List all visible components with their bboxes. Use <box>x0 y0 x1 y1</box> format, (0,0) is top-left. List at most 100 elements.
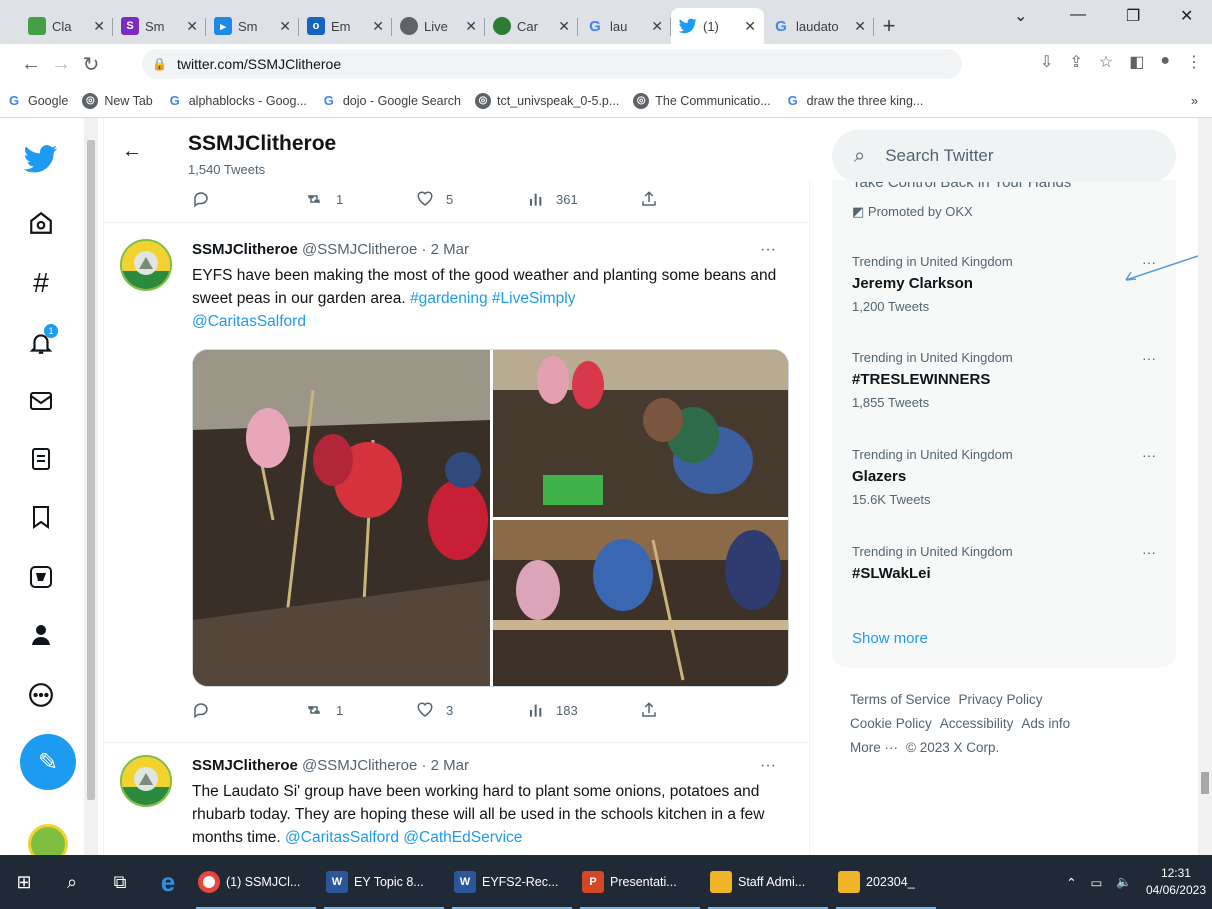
more-options-icon[interactable]: ··· <box>760 757 776 775</box>
ads-info-link[interactable]: Ads info <box>1021 716 1070 731</box>
views-button[interactable]: 361 <box>528 190 640 208</box>
like-button[interactable]: 3 <box>416 701 528 719</box>
restore-button[interactable]: ❐ <box>1126 6 1140 26</box>
bookmark-item[interactable]: Gdraw the three king... <box>785 93 924 109</box>
tweet-author-name[interactable]: SSMJClitheroe <box>192 241 298 258</box>
back-button[interactable]: ← <box>16 53 46 76</box>
chevron-up-icon[interactable]: ⌃ <box>1066 875 1076 890</box>
url-bar[interactable]: 🔒 twitter.com/SSMJClitheroe <box>142 49 962 79</box>
retweet-button[interactable]: 1 <box>304 701 416 719</box>
more-options-icon[interactable]: ··· <box>760 241 776 259</box>
tweet-handle-time[interactable]: @SSMJClitheroe · 2 Mar <box>302 241 469 258</box>
more-circle-icon[interactable] <box>18 672 64 718</box>
accessibility-link[interactable]: Accessibility <box>940 716 1014 731</box>
more-options-icon[interactable]: ··· <box>1142 447 1156 463</box>
bookmarks-overflow-button[interactable]: » <box>1191 94 1198 108</box>
notifications-bell-icon[interactable]: 1 <box>18 320 64 366</box>
search-box[interactable]: ⌕ Search Twitter <box>832 130 1176 182</box>
tweet-handle-time[interactable]: @SSMJClitheroe · 2 Mar <box>302 757 469 774</box>
lists-icon[interactable] <box>18 436 64 482</box>
browser-tab-active[interactable]: (1) ✕ <box>671 8 764 44</box>
bookmark-item[interactable]: ◎ tct_univspeak_0-5.p... <box>475 92 619 109</box>
mention-link[interactable]: @CaritasSalford <box>192 313 306 330</box>
tweet[interactable]: SSMJClitheroe @SSMJClitheroe · 2 Mar ···… <box>104 742 810 855</box>
close-window-button[interactable]: ✕ <box>1180 6 1193 26</box>
share-button[interactable] <box>640 190 752 208</box>
account-avatar[interactable] <box>28 824 68 855</box>
hashtag-links[interactable]: #gardening #LiveSimply <box>410 290 575 307</box>
twitter-blue-icon[interactable] <box>18 554 64 600</box>
more-link[interactable]: More ··· <box>850 740 898 755</box>
minimize-button[interactable]: — <box>1070 6 1086 24</box>
clock[interactable]: 12:31 04/06/2023 <box>1146 865 1206 899</box>
bookmark-item[interactable]: ◎ New Tab <box>82 92 153 109</box>
search-icon[interactable]: ⌕ <box>48 855 96 909</box>
browser-tab[interactable]: Live ✕ <box>392 8 485 44</box>
forward-button[interactable]: → <box>46 53 76 76</box>
url-text[interactable]: twitter.com/SSMJClitheroe <box>177 56 341 72</box>
garden-photos[interactable] <box>193 350 789 687</box>
avatar[interactable] <box>120 755 172 807</box>
avatar[interactable] <box>120 239 172 291</box>
scrollbar-thumb[interactable] <box>1201 772 1209 794</box>
new-tab-button[interactable]: + <box>874 8 904 44</box>
privacy-link[interactable]: Privacy Policy <box>959 692 1043 707</box>
browser-tab[interactable]: Cla ✕ <box>20 8 113 44</box>
taskbar-app[interactable]: (1) SSMJCl... <box>192 855 320 909</box>
share-button[interactable] <box>640 701 752 719</box>
volume-icon[interactable]: 🔈 <box>1116 875 1132 890</box>
tab-search-chevron-icon[interactable]: ⌄ <box>1014 6 1027 26</box>
messages-envelope-icon[interactable] <box>18 378 64 424</box>
left-scrollbar[interactable] <box>84 118 98 855</box>
windows-start-icon[interactable]: ⊞ <box>0 855 48 909</box>
share-icon[interactable]: ⇪ <box>1069 52 1082 72</box>
browser-tab[interactable]: o Em ✕ <box>299 8 392 44</box>
taskbar-app[interactable]: W EY Topic 8... <box>320 855 448 909</box>
close-icon[interactable]: ✕ <box>744 18 756 35</box>
taskbar-app[interactable]: 202304_ <box>832 855 940 909</box>
browser-tab[interactable]: Glau ✕ <box>578 8 671 44</box>
bookmark-item[interactable]: ◎ The Communicatio... <box>633 92 771 109</box>
home-icon[interactable] <box>18 200 64 246</box>
more-options-icon[interactable]: ··· <box>1142 544 1156 560</box>
close-icon[interactable]: ✕ <box>279 18 291 35</box>
trend-item[interactable]: Trending in United Kingdom #TRESLEWINNERS… <box>852 350 1162 410</box>
close-icon[interactable]: ✕ <box>93 18 105 35</box>
twitter-logo-icon[interactable] <box>18 136 64 182</box>
star-icon[interactable]: ☆ <box>1099 52 1113 72</box>
taskbar-app[interactable]: Staff Admi... <box>704 855 832 909</box>
like-button[interactable]: 5 <box>416 190 528 208</box>
views-button[interactable]: 183 <box>528 701 640 719</box>
taskbar-app[interactable]: W EYFS2-Rec... <box>448 855 576 909</box>
profile-person-icon[interactable] <box>18 612 64 658</box>
browser-tab[interactable]: Glaudato ✕ <box>764 8 874 44</box>
tweet-media-grid[interactable] <box>192 349 789 687</box>
reply-button[interactable] <box>192 701 304 719</box>
install-icon[interactable]: ⇩ <box>1040 52 1053 72</box>
search-placeholder[interactable]: Search Twitter <box>885 146 993 166</box>
explore-hashtag-icon[interactable]: # <box>18 260 64 306</box>
bookmark-item[interactable]: Gdojo - Google Search <box>321 93 461 109</box>
browser-tab[interactable]: ▸ Sm ✕ <box>206 8 299 44</box>
bookmarks-icon[interactable] <box>18 494 64 540</box>
back-arrow-icon[interactable]: ← <box>122 140 142 163</box>
show-more-link[interactable]: Show more <box>852 630 928 647</box>
close-icon[interactable]: ✕ <box>651 18 663 35</box>
bookmark-item[interactable]: G Google <box>6 93 68 109</box>
more-options-icon[interactable]: ··· <box>1142 350 1156 366</box>
right-scrollbar[interactable] <box>1198 118 1212 855</box>
sidepanel-icon[interactable]: ◧ <box>1129 52 1144 72</box>
close-icon[interactable]: ✕ <box>465 18 477 35</box>
bookmark-item[interactable]: Galphablocks - Goog... <box>167 93 307 109</box>
menu-kebab-icon[interactable]: ⋮ <box>1186 52 1202 72</box>
reply-button[interactable] <box>192 190 304 208</box>
compose-tweet-button[interactable]: ✎ <box>20 734 76 790</box>
trend-item[interactable]: Trending in United Kingdom #SLWakLei ··· <box>852 544 1162 589</box>
trend-item[interactable]: Trending in United Kingdom Glazers 15.6K T… <box>852 447 1162 507</box>
close-icon[interactable]: ✕ <box>854 18 866 35</box>
network-icon[interactable]: ▭ <box>1091 875 1103 890</box>
browser-tab[interactable]: S Sm ✕ <box>113 8 206 44</box>
terms-link[interactable]: Terms of Service <box>850 692 951 707</box>
mention-links[interactable]: @CaritasSalford @CathEdService <box>285 829 522 846</box>
tweet[interactable]: SSMJClitheroe @SSMJClitheroe · 2 Mar ···… <box>104 222 810 734</box>
